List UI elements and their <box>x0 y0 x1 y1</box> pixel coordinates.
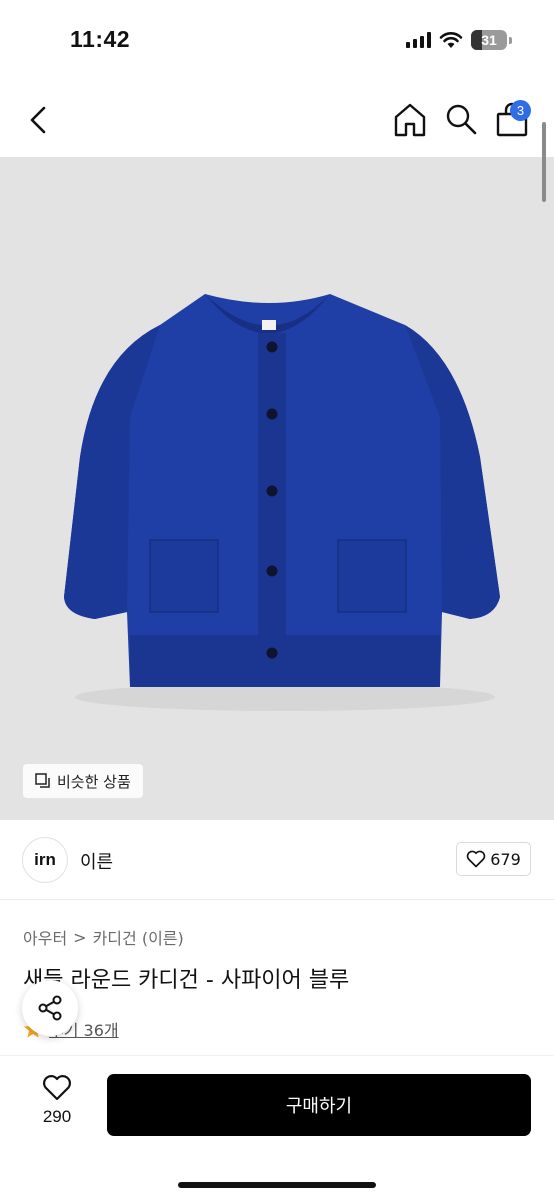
cart-count-badge: 3 <box>510 100 531 121</box>
home-icon[interactable] <box>392 102 428 138</box>
cellular-signal-icon <box>406 32 431 48</box>
search-icon[interactable] <box>444 102 478 136</box>
share-button[interactable] <box>22 980 78 1036</box>
heart-icon <box>466 850 486 868</box>
brand-name[interactable]: 이른 <box>80 848 113 874</box>
product-title: 새들 라운드 카디건 - 사파이어 블루 <box>23 968 350 993</box>
share-icon <box>38 995 62 1021</box>
battery-icon: 31 <box>471 30 507 50</box>
brand-logo[interactable]: irn <box>22 837 68 883</box>
status-icons: 31 <box>406 30 512 50</box>
breadcrumb-category[interactable]: 아우터 <box>23 925 67 949</box>
wishlist-count: 290 <box>42 1107 72 1126</box>
heart-icon <box>43 1075 71 1101</box>
chevron-left-icon[interactable] <box>22 100 58 140</box>
product-image[interactable] <box>0 157 554 820</box>
similar-products-label: 비슷한 상품 <box>57 772 131 791</box>
battery-level: 31 <box>481 32 497 48</box>
scroll-indicator <box>542 122 546 202</box>
bottom-action-bar: 290 구매하기 <box>0 1055 554 1200</box>
breadcrumb: 아우터 > 카디건 (이른) <box>23 925 184 949</box>
cardigan-illustration <box>64 294 500 711</box>
wifi-icon <box>439 32 463 48</box>
wishlist-button[interactable]: 290 <box>30 1074 84 1127</box>
breadcrumb-subcategory[interactable]: 카디건 (이른) <box>93 925 184 949</box>
breadcrumb-separator: > <box>73 927 87 947</box>
status-bar: 11:42 31 <box>0 0 554 82</box>
brand-like-button[interactable]: 679 <box>456 842 531 876</box>
buy-button[interactable]: 구매하기 <box>107 1074 531 1136</box>
similar-products-button[interactable]: 비슷한 상품 <box>23 764 143 798</box>
status-time: 11:42 <box>70 26 131 52</box>
brand-row: irn 이른 679 <box>0 820 554 900</box>
copy-icon <box>35 773 50 788</box>
home-indicator <box>178 1182 376 1188</box>
battery-cap <box>509 36 512 44</box>
brand-like-count: 679 <box>490 849 521 869</box>
top-navigation <box>0 82 554 157</box>
